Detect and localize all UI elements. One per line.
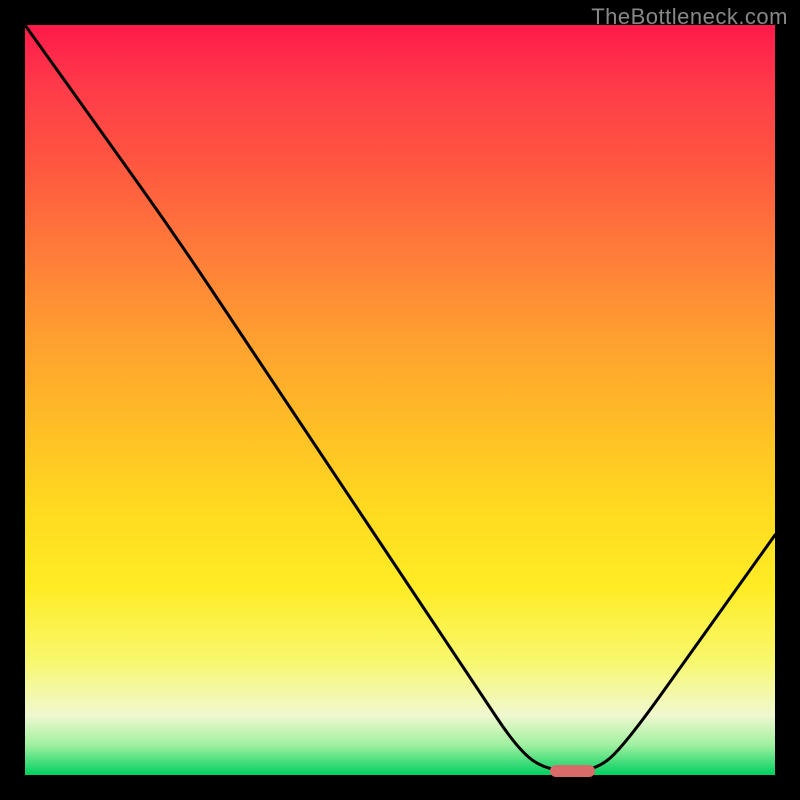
bottleneck-curve (25, 25, 775, 771)
chart-container: TheBottleneck.com (0, 0, 800, 800)
plot-area (25, 25, 775, 775)
curve-svg (25, 25, 775, 775)
optimal-marker (550, 765, 595, 777)
